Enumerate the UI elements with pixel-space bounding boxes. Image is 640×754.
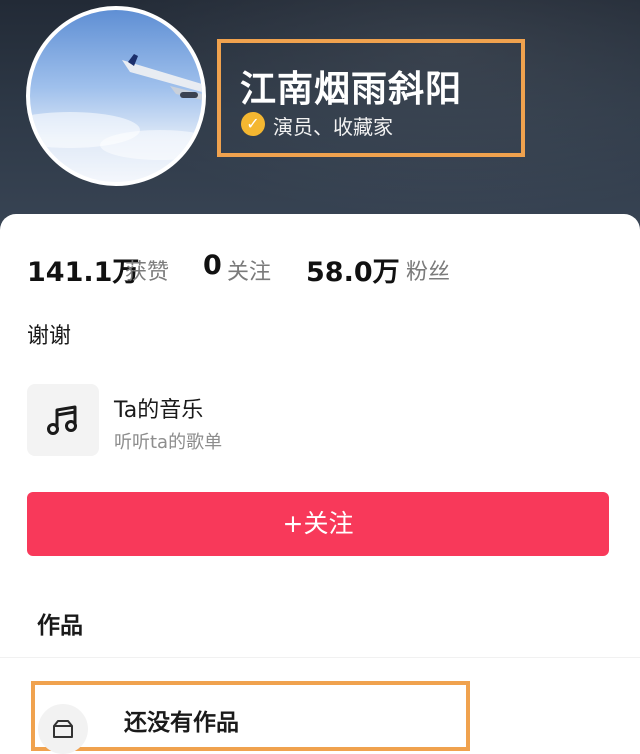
empty-works-title: 还没有作品	[124, 710, 239, 736]
music-title[interactable]: Ta的音乐	[114, 392, 203, 424]
profile-role: 演员、收藏家	[273, 115, 393, 139]
likes-count[interactable]: 141.1万	[27, 250, 139, 289]
follow-button[interactable]: +关注	[27, 492, 609, 556]
music-subtitle: 听听ta的歌单	[114, 432, 223, 453]
profile-bio: 谢谢	[27, 324, 72, 349]
followers-count[interactable]: 58.0万	[306, 250, 400, 289]
section-divider	[0, 657, 640, 658]
avatar[interactable]	[26, 6, 206, 186]
box-icon	[38, 704, 88, 754]
likes-label: 获赞	[125, 260, 170, 285]
profile-name: 江南烟雨斜阳	[240, 69, 463, 110]
airplane-sky-image	[30, 54, 202, 160]
verified-check-icon: ✓	[241, 112, 265, 136]
profile-card	[0, 214, 640, 742]
works-section-title: 作品	[37, 613, 83, 639]
following-label: 关注	[227, 260, 272, 285]
empty-works-highlight-box	[31, 681, 470, 751]
music-note-icon[interactable]	[27, 384, 99, 456]
followers-label: 粉丝	[406, 260, 451, 285]
following-count[interactable]: 0	[203, 250, 222, 281]
